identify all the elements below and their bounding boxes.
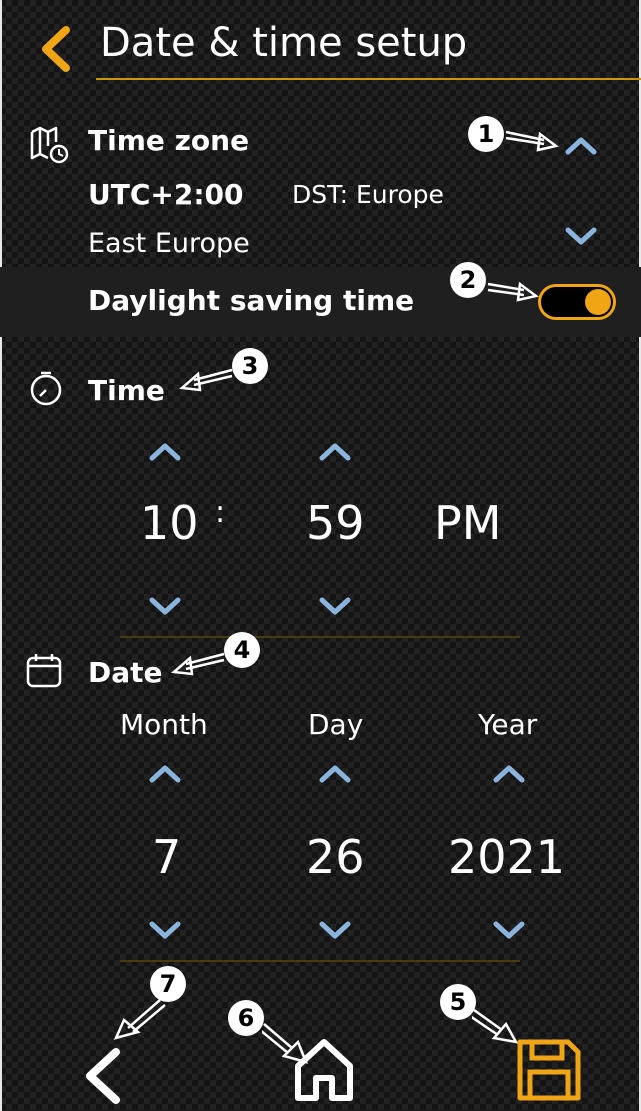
year-column-label: Year: [478, 708, 538, 741]
month-column-label: Month: [120, 708, 208, 741]
minute-up-button[interactable]: [318, 440, 352, 462]
callout-1: 1: [468, 116, 504, 152]
callout-2: 2: [450, 262, 486, 298]
callout-7-arrow: [113, 999, 166, 1040]
year-down-button[interactable]: [492, 920, 526, 942]
meridiem-value[interactable]: PM: [434, 498, 501, 548]
home-button[interactable]: [292, 1034, 356, 1104]
callout-6: 6: [228, 1000, 264, 1036]
header-divider: [96, 78, 641, 80]
page-title: Date & time setup: [100, 20, 468, 66]
chevron-down-icon: [149, 597, 181, 615]
date-divider: [120, 960, 520, 962]
callout-4-arrow: [171, 652, 225, 676]
time-separator: :: [215, 495, 226, 530]
hour-value[interactable]: 10: [140, 498, 199, 548]
year-up-button[interactable]: [492, 762, 526, 784]
callout-5: 5: [440, 984, 476, 1020]
utc-offset: UTC+2:00: [88, 178, 244, 211]
callout-4: 4: [224, 632, 260, 668]
save-icon: [517, 1039, 581, 1101]
chevron-up-icon: [149, 765, 181, 783]
chevron-left-icon: [86, 1048, 120, 1104]
hour-down-button[interactable]: [148, 596, 182, 618]
month-up-button[interactable]: [148, 762, 182, 784]
header-back-button[interactable]: [34, 24, 78, 74]
time-zone-region[interactable]: East Europe: [88, 228, 250, 259]
year-value[interactable]: 2021: [448, 832, 565, 882]
day-column-label: Day: [308, 708, 364, 741]
dst-rule: DST: Europe: [292, 180, 444, 209]
map-clock-icon: [28, 124, 72, 164]
dst-toggle[interactable]: [538, 284, 616, 320]
chevron-left-icon: [42, 26, 70, 72]
chevron-up-icon: [565, 137, 597, 155]
callout-1-arrow: [505, 130, 559, 152]
callout-2-arrow: [487, 281, 539, 302]
time-zone-label: Time zone: [88, 124, 250, 157]
chevron-down-icon: [149, 921, 181, 939]
day-down-button[interactable]: [318, 920, 352, 942]
minute-down-button[interactable]: [318, 596, 352, 618]
chevron-up-icon: [149, 443, 181, 461]
month-down-button[interactable]: [148, 920, 182, 942]
day-up-button[interactable]: [318, 762, 352, 784]
chevron-down-icon: [565, 227, 597, 245]
date-label: Date: [88, 656, 163, 689]
toggle-knob: [585, 289, 611, 315]
chevron-up-icon: [319, 765, 351, 783]
home-icon: [295, 1039, 353, 1101]
chevron-down-icon: [319, 597, 351, 615]
dst-label: Daylight saving time: [88, 284, 415, 317]
callout-5-arrow: [472, 1008, 519, 1044]
hour-up-button[interactable]: [148, 440, 182, 462]
app-frame: [0, 0, 641, 1111]
callout-3-arrow: [179, 368, 233, 392]
chevron-down-icon: [319, 921, 351, 939]
chevron-up-icon: [319, 443, 351, 461]
time-zone-next-button[interactable]: [564, 226, 598, 248]
time-label: Time: [88, 374, 165, 407]
stopwatch-icon: [26, 368, 66, 408]
time-zone-collapse-button[interactable]: [564, 134, 598, 156]
calendar-icon: [24, 650, 64, 690]
day-value[interactable]: 26: [306, 832, 365, 882]
time-divider: [120, 636, 520, 638]
save-button[interactable]: [514, 1036, 584, 1104]
minute-value[interactable]: 59: [306, 498, 365, 548]
footer-back-button[interactable]: [80, 1046, 124, 1106]
chevron-down-icon: [493, 921, 525, 939]
chevron-up-icon: [493, 765, 525, 783]
month-value[interactable]: 7: [152, 832, 181, 882]
callout-3: 3: [232, 348, 268, 384]
